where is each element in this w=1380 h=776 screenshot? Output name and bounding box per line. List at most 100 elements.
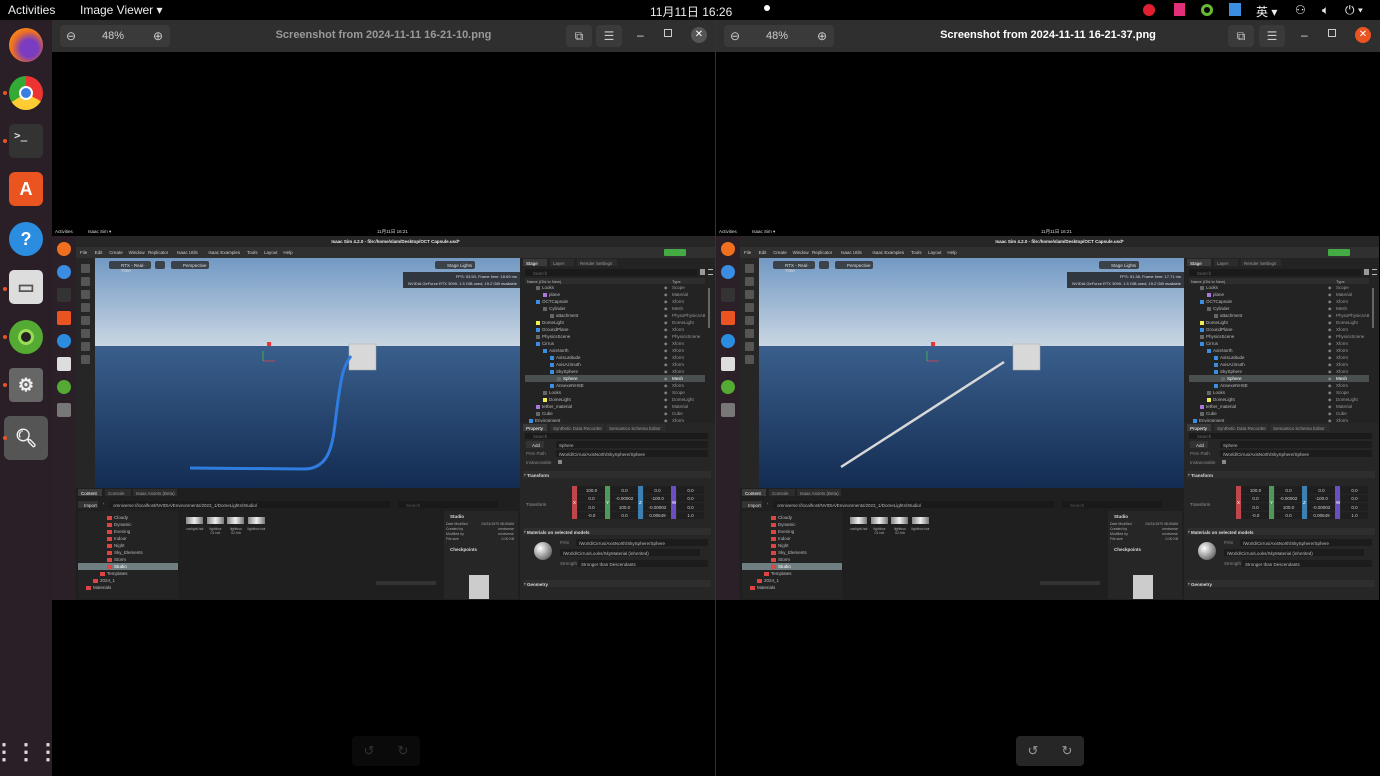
transform-section-header[interactable]: Transform ▾ <box>523 471 711 478</box>
viewport-scene[interactable] <box>95 258 520 488</box>
folder-item[interactable]: Night <box>78 542 178 549</box>
visibility-eye-icon[interactable]: ◉ <box>1328 404 1332 409</box>
stage-tree-row[interactable]: OCTCapsule ◉ Xform <box>525 298 705 305</box>
minimize-icon[interactable]: – <box>637 28 644 42</box>
stage-tree-row[interactable]: Cirrus ◉ Xform <box>525 340 705 347</box>
render-mode-button[interactable]: RTX - Real-Time <box>773 261 815 273</box>
visibility-eye-icon[interactable]: ◉ <box>664 285 668 290</box>
folder-item[interactable]: Templates <box>78 570 178 577</box>
tray-sync-icon[interactable] <box>1201 4 1213 16</box>
stage-tree-row[interactable]: AnnexeNHSE ◉ Xform <box>525 382 705 389</box>
thumbnail-size-slider[interactable] <box>1040 581 1100 585</box>
tab-synthetic-data-recorder[interactable]: Synthetic Data Recorder <box>550 424 604 431</box>
tab-layer[interactable]: Layer <box>550 259 574 266</box>
stage-menu-icon[interactable] <box>708 269 713 275</box>
tab-console[interactable]: Console <box>769 489 795 496</box>
instanceable-checkbox[interactable] <box>558 460 562 464</box>
folder-item[interactable]: Storm <box>742 556 842 563</box>
power-menu[interactable]: ⏻ ▾ <box>1345 3 1363 18</box>
rotate-right-icon[interactable]: ↻ <box>1062 743 1073 759</box>
content-search-input[interactable]: Search <box>398 501 498 508</box>
menu-item-tools[interactable]: Tools <box>247 250 258 255</box>
stage-scrollbar[interactable] <box>1372 288 1374 328</box>
matrix-cell[interactable]: 0.0 <box>677 494 704 502</box>
isaac-sim-icon[interactable]: ⚙ <box>9 368 43 402</box>
viewport-scene[interactable] <box>759 258 1184 488</box>
prim-name-field[interactable]: Sphere <box>1220 441 1372 448</box>
matrix-cell[interactable]: -0.00002 <box>611 494 638 502</box>
visibility-eye-icon[interactable]: ◉ <box>664 299 668 304</box>
stage-search-input[interactable]: Search <box>525 269 697 276</box>
visibility-eye-icon[interactable]: ◉ <box>664 411 668 416</box>
visibility-eye-icon[interactable]: ◉ <box>664 306 668 311</box>
tab-stage[interactable]: Stage <box>1187 259 1211 266</box>
stage-tree-row[interactable]: plane ◉ Material <box>1189 291 1369 298</box>
stage-tree-row[interactable]: AxisLatitude ◉ Xform <box>1189 354 1369 361</box>
material-dropdown[interactable]: /World/Cirrus/Looks/SkyMaterial (inherit… <box>1224 549 1364 556</box>
stage-tree-row[interactable]: Looks ◉ Scope <box>525 389 705 396</box>
close-icon[interactable]: ✕ <box>691 27 707 43</box>
add-button[interactable]: Add <box>1190 441 1208 448</box>
slideshow-button[interactable]: ⧉ <box>1228 25 1254 47</box>
folder-item[interactable]: Materials <box>742 584 842 591</box>
matrix-cell[interactable]: 0.0 <box>611 511 638 519</box>
visibility-eye-icon[interactable]: ◉ <box>664 369 668 374</box>
stage-tree-row[interactable]: GroundPlane ◉ Xform <box>525 326 705 333</box>
stage-tree-row[interactable]: AxisNorth ◉ Xform <box>525 347 705 354</box>
matrix-cell[interactable]: 0.0 <box>677 486 704 494</box>
activities-button[interactable]: Activities <box>8 3 55 17</box>
stage-scrollbar[interactable] <box>708 288 710 328</box>
tab-content[interactable]: Content <box>78 489 102 496</box>
viewport-tool-icon[interactable] <box>745 329 754 338</box>
folder-item[interactable]: Templates <box>742 570 842 577</box>
visibility-eye-icon[interactable]: ◉ <box>1328 397 1332 402</box>
visibility-eye-icon[interactable]: ◉ <box>1328 355 1332 360</box>
camera-lock-button[interactable] <box>155 261 165 269</box>
camera-lock-button[interactable] <box>819 261 829 269</box>
visibility-eye-icon[interactable]: ◉ <box>1328 299 1332 304</box>
show-apps-grid-icon[interactable]: ⋮⋮⋮ <box>0 735 59 769</box>
visibility-eye-icon[interactable]: ◉ <box>664 348 668 353</box>
volume-icon[interactable]: 🔈︎ <box>1322 3 1329 18</box>
menu-item-file[interactable]: File <box>744 250 751 255</box>
files-icon[interactable]: ▭ <box>9 270 43 304</box>
visibility-eye-icon[interactable]: ◉ <box>1328 313 1332 318</box>
materials-section-header[interactable]: Materials on selected models ▾ <box>1187 528 1375 535</box>
matrix-cell[interactable]: 0.0 <box>1341 503 1368 511</box>
viewport-tool-icon[interactable] <box>745 290 754 299</box>
menu-item-window[interactable]: Window <box>129 250 145 255</box>
menu-item-create[interactable]: Create <box>109 250 123 255</box>
stage-tree-row[interactable]: OCTCapsule ◉ Xform <box>1189 298 1369 305</box>
stage-tree-row[interactable]: Sphere ◉ Mesh <box>1189 375 1369 382</box>
matrix-cell[interactable]: 0.0 <box>611 486 638 494</box>
property-search-input[interactable]: Search <box>525 433 708 439</box>
menu-item-isaac-utils[interactable]: Isaac Utils <box>841 250 862 255</box>
stage-tree-row[interactable]: Sphere ◉ Mesh <box>525 375 705 382</box>
visibility-eye-icon[interactable]: ◉ <box>664 404 668 409</box>
matrix-cell[interactable]: 0.0 <box>1308 486 1335 494</box>
main-menu-button[interactable]: ☰ <box>1259 25 1285 47</box>
viewport-tool-icon[interactable] <box>81 277 90 286</box>
viewport-tool-icon[interactable] <box>81 355 90 364</box>
matrix-cell[interactable]: 0.00649 <box>644 511 671 519</box>
stage-tree-row[interactable]: AxisNorth ◉ Xform <box>1189 347 1369 354</box>
visibility-eye-icon[interactable]: ◉ <box>1328 292 1332 297</box>
live-badge[interactable] <box>1328 249 1350 256</box>
viewport-tool-icon[interactable] <box>745 264 754 273</box>
matrix-cell[interactable]: 100.0 <box>611 503 638 511</box>
visibility-eye-icon[interactable]: ◉ <box>664 390 668 395</box>
tray-stop-icon[interactable] <box>1143 4 1155 16</box>
input-method[interactable]: 英 ▾ <box>1256 3 1277 20</box>
visibility-eye-icon[interactable]: ◉ <box>664 334 668 339</box>
maximize-icon[interactable] <box>664 29 672 37</box>
visibility-eye-icon[interactable]: ◉ <box>664 376 668 381</box>
visibility-eye-icon[interactable]: ◉ <box>664 397 668 402</box>
tab-property[interactable]: Property <box>1187 424 1211 431</box>
folder-item[interactable]: Studio <box>742 563 842 570</box>
close-icon[interactable]: ✕ <box>1355 27 1371 43</box>
stage-tree-row[interactable]: Looks ◉ Scope <box>1189 389 1369 396</box>
visibility-eye-icon[interactable]: ◉ <box>1328 334 1332 339</box>
menu-item-tools[interactable]: Tools <box>911 250 922 255</box>
file-thumbnail[interactable]: lightbox 01.hdr <box>870 517 889 539</box>
visibility-eye-icon[interactable]: ◉ <box>1328 376 1332 381</box>
